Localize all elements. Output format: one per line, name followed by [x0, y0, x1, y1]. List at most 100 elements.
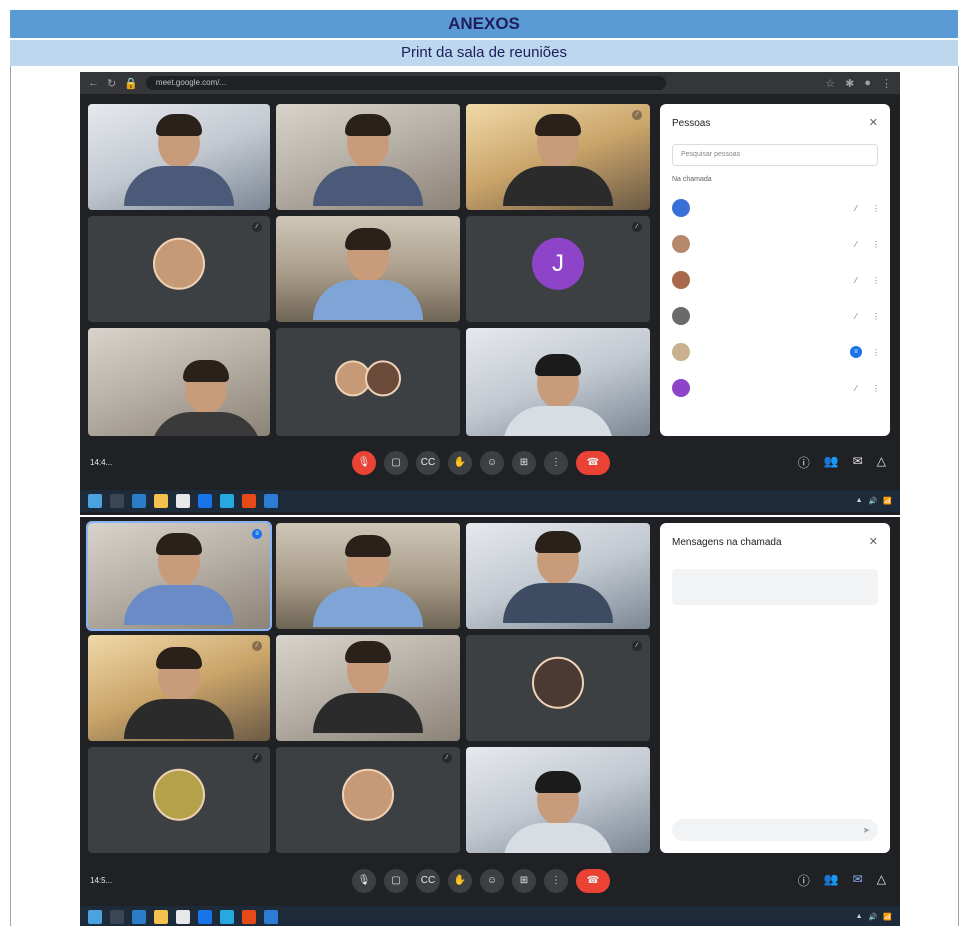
video-tile[interactable]: ⁄: [88, 635, 270, 741]
windows-start-icon[interactable]: [88, 910, 102, 924]
mic-button[interactable]: 🎙: [352, 869, 376, 893]
skype-icon[interactable]: [220, 910, 234, 924]
extensions-icon[interactable]: ✱: [845, 77, 854, 90]
chrome-icon[interactable]: [242, 910, 256, 924]
menu-icon[interactable]: ⋮: [881, 77, 892, 90]
activities-icon[interactable]: △: [877, 872, 886, 889]
participant-list: ⁄ ⋮ ⁄ ⋮ ⁄ ⋮ ⁄ ⋮ ≡ ⋮ ⁄ ⋮: [672, 190, 882, 406]
meeting-time: 14:4...: [90, 458, 113, 467]
video-tile[interactable]: ≡: [86, 521, 272, 631]
folder-icon[interactable]: [154, 910, 168, 924]
notes-icon[interactable]: [176, 494, 190, 508]
camera-button[interactable]: ▢: [384, 869, 408, 893]
people-icon[interactable]: 👥: [824, 454, 839, 471]
mic-off-icon: ⁄: [855, 239, 857, 249]
panel-title: Pessoas: [672, 118, 711, 129]
message-list: [672, 631, 878, 694]
video-tile[interactable]: [276, 104, 460, 210]
raise-hand-button[interactable]: ✋: [448, 451, 472, 475]
present-button[interactable]: ⊞: [512, 451, 536, 475]
more-icon: ⋮: [872, 311, 880, 321]
mic-off-icon: ⁄: [632, 110, 642, 120]
list-item[interactable]: ⁄ ⋮: [672, 370, 882, 406]
activities-icon[interactable]: △: [877, 454, 886, 471]
video-tile[interactable]: ⁄: [466, 104, 650, 210]
video-tile[interactable]: [276, 635, 460, 741]
word-icon[interactable]: [264, 494, 278, 508]
video-tile[interactable]: [276, 523, 460, 629]
video-tile[interactable]: ⁄: [88, 747, 270, 853]
edge-icon[interactable]: [132, 910, 146, 924]
close-icon[interactable]: ✕: [869, 116, 878, 129]
captions-button[interactable]: CC: [416, 451, 440, 475]
end-call-button[interactable]: ☎: [576, 869, 610, 893]
video-tile[interactable]: [276, 328, 460, 436]
windows-start-icon[interactable]: [88, 494, 102, 508]
more-icon: ⋮: [872, 203, 880, 213]
refresh-icon[interactable]: ↻: [107, 77, 116, 90]
camera-button[interactable]: ▢: [384, 451, 408, 475]
avatar: [153, 768, 205, 821]
emoji-button[interactable]: ☺: [480, 451, 504, 475]
video-tile[interactable]: [466, 747, 650, 853]
store-icon[interactable]: [198, 910, 212, 924]
end-call-button[interactable]: ☎: [576, 451, 610, 475]
section-subtitle: Print da sala de reuniões: [10, 40, 958, 66]
search-input[interactable]: Pesquisar pessoas: [672, 144, 878, 166]
video-tile[interactable]: [466, 523, 650, 629]
video-tile[interactable]: [276, 216, 460, 322]
store-icon[interactable]: [198, 494, 212, 508]
list-item[interactable]: ⁄ ⋮: [672, 298, 882, 334]
list-item[interactable]: ≡ ⋮: [672, 334, 882, 370]
chrome-icon[interactable]: [242, 494, 256, 508]
section-title: ANEXOS: [10, 10, 958, 38]
skype-icon[interactable]: [220, 494, 234, 508]
info-icon[interactable]: ⓘ: [798, 872, 810, 889]
search-icon[interactable]: [110, 910, 124, 924]
more-options-button[interactable]: ⋮: [544, 451, 568, 475]
border-left: [10, 66, 11, 926]
address-bar[interactable]: meet.google.com/...: [145, 76, 666, 90]
chat-icon[interactable]: ✉: [853, 454, 863, 471]
video-tile[interactable]: ⁄: [466, 635, 650, 741]
chat-input[interactable]: ➤: [672, 819, 878, 841]
info-icon[interactable]: ⓘ: [798, 454, 810, 471]
raise-hand-button[interactable]: ✋: [448, 869, 472, 893]
meeting-screenshot-2: ≡ ⁄ ⁄ ⁄ ⁄ Mensagens na chamada ✕ ➤ 14:5.…: [80, 517, 900, 926]
notes-icon[interactable]: [176, 910, 190, 924]
back-icon[interactable]: ←: [88, 77, 99, 89]
participants-panel: Pessoas ✕ Pesquisar pessoas Na chamada ⁄…: [660, 104, 890, 436]
edge-icon[interactable]: [132, 494, 146, 508]
mic-button[interactable]: 🎙: [352, 451, 376, 475]
folder-icon[interactable]: [154, 494, 168, 508]
star-icon[interactable]: ☆: [825, 77, 835, 90]
present-button[interactable]: ⊞: [512, 869, 536, 893]
emoji-button[interactable]: ☺: [480, 869, 504, 893]
speaking-icon: ≡: [850, 346, 862, 358]
avatar: [153, 237, 205, 290]
mic-off-icon: ⁄: [632, 641, 642, 651]
search-icon[interactable]: [110, 494, 124, 508]
video-tile[interactable]: [466, 328, 650, 436]
more-options-button[interactable]: ⋮: [544, 869, 568, 893]
list-item[interactable]: ⁄ ⋮: [672, 262, 882, 298]
captions-button[interactable]: CC: [416, 869, 440, 893]
mic-off-icon: ⁄: [252, 222, 262, 232]
chat-icon[interactable]: ✉: [853, 872, 863, 889]
browser-toolbar: ← ↻ 🔒 meet.google.com/... ☆ ✱ ● ⋮: [80, 72, 900, 94]
people-icon[interactable]: 👥: [824, 872, 839, 889]
word-icon[interactable]: [264, 910, 278, 924]
video-tile[interactable]: ⁄: [88, 216, 270, 322]
video-tile[interactable]: [88, 104, 270, 210]
video-tile[interactable]: ⁄: [276, 747, 460, 853]
list-item[interactable]: ⁄ ⋮: [672, 226, 882, 262]
mic-off-icon: ⁄: [855, 383, 857, 393]
close-icon[interactable]: ✕: [869, 535, 878, 548]
avatar: [532, 656, 584, 709]
avatar: J: [532, 237, 584, 290]
video-tile[interactable]: [88, 328, 270, 436]
profile-icon[interactable]: ●: [864, 77, 871, 90]
list-item[interactable]: ⁄ ⋮: [672, 190, 882, 226]
send-icon[interactable]: ➤: [862, 819, 870, 841]
video-tile[interactable]: J ⁄: [466, 216, 650, 322]
